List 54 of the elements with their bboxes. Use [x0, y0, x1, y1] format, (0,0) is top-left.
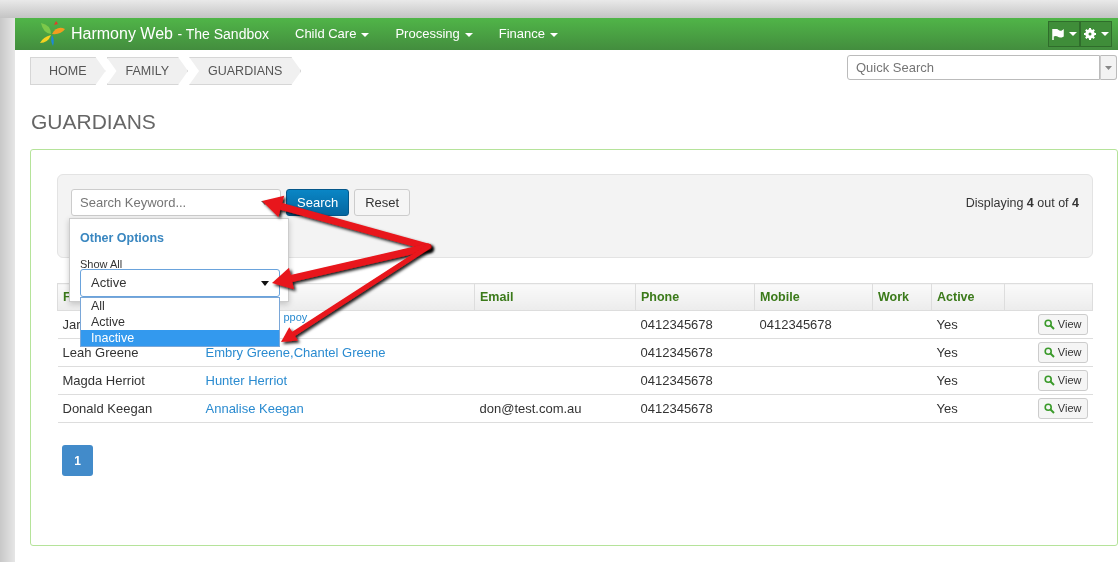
view-button[interactable]: View: [1037, 314, 1088, 335]
page-button[interactable]: 1: [62, 445, 93, 477]
flag-menu-button[interactable]: [1048, 21, 1080, 47]
breadcrumb-item[interactable]: FAMILY: [106, 57, 189, 85]
field-label: Show All: [80, 256, 124, 272]
results-summary: Displaying 4 out of 4: [965, 195, 1079, 213]
table-cell: 0412345678: [640, 344, 713, 360]
view-button[interactable]: View: [1037, 370, 1088, 391]
table-cell: Yes: [936, 344, 958, 360]
child-link[interactable]: Embry Greene,Chantel Greene: [205, 344, 386, 360]
email-text: don@test.com.au: [479, 400, 582, 416]
search-icon: [1043, 346, 1055, 358]
reset-button[interactable]: Reset: [354, 189, 411, 217]
table-cell: Donald Keegan: [62, 400, 153, 416]
breadcrumb-item[interactable]: HOME: [30, 57, 106, 85]
dropdown-toggle-button[interactable]: [1100, 55, 1117, 80]
status-select[interactable]: Active: [80, 269, 280, 298]
popup-heading: Other Options: [80, 230, 166, 248]
page-title: GUARDIANS: [31, 109, 157, 135]
view-button[interactable]: View: [1037, 342, 1088, 363]
brand-title[interactable]: Harmony Web - The Sandbox: [71, 22, 269, 46]
child-link[interactable]: Annalise Keegan: [205, 400, 304, 416]
search-icon: [1043, 374, 1055, 386]
column-header: Active: [931, 283, 1005, 311]
column-header: Work: [872, 283, 932, 311]
caret-icon: [1105, 65, 1112, 70]
keyword-field[interactable]: Search Keyword...: [71, 189, 281, 217]
child-link[interactable]: Hunter Herriot: [205, 372, 288, 388]
view-button[interactable]: View: [1037, 398, 1088, 419]
table-cell: 0412345678: [640, 316, 713, 332]
child-link[interactable]: ppoy: [283, 312, 308, 324]
search-icon: [1043, 402, 1055, 414]
table-cell: 0412345678: [759, 316, 832, 332]
flag-icon: [1051, 28, 1064, 40]
table-cell: Yes: [936, 372, 958, 388]
caret-icon: [261, 280, 269, 286]
table-cell: Yes: [936, 316, 958, 332]
table-cell: Magda Herriot: [62, 372, 145, 388]
column-header: Email: [474, 283, 636, 311]
logo-icon: [37, 21, 67, 47]
table-cell: Leah Greene: [62, 344, 139, 360]
gear-icon: [1083, 28, 1096, 40]
settings-menu-button[interactable]: [1080, 21, 1112, 47]
table-cell: Yes: [936, 400, 958, 416]
breadcrumb-item[interactable]: GUARDIANS: [189, 57, 302, 85]
table-cell: 0412345678: [640, 372, 713, 388]
list-option[interactable]: Active: [81, 314, 279, 331]
table-cell: Jar: [62, 316, 81, 332]
quick-search-field[interactable]: Quick Search: [847, 55, 1100, 80]
column-header: Phone: [635, 283, 755, 311]
menu-dropdown[interactable]: Child Care: [295, 24, 370, 44]
table-cell: 0412345678: [640, 400, 713, 416]
column-header: Mobile: [754, 283, 873, 311]
search-icon: [1043, 318, 1055, 330]
